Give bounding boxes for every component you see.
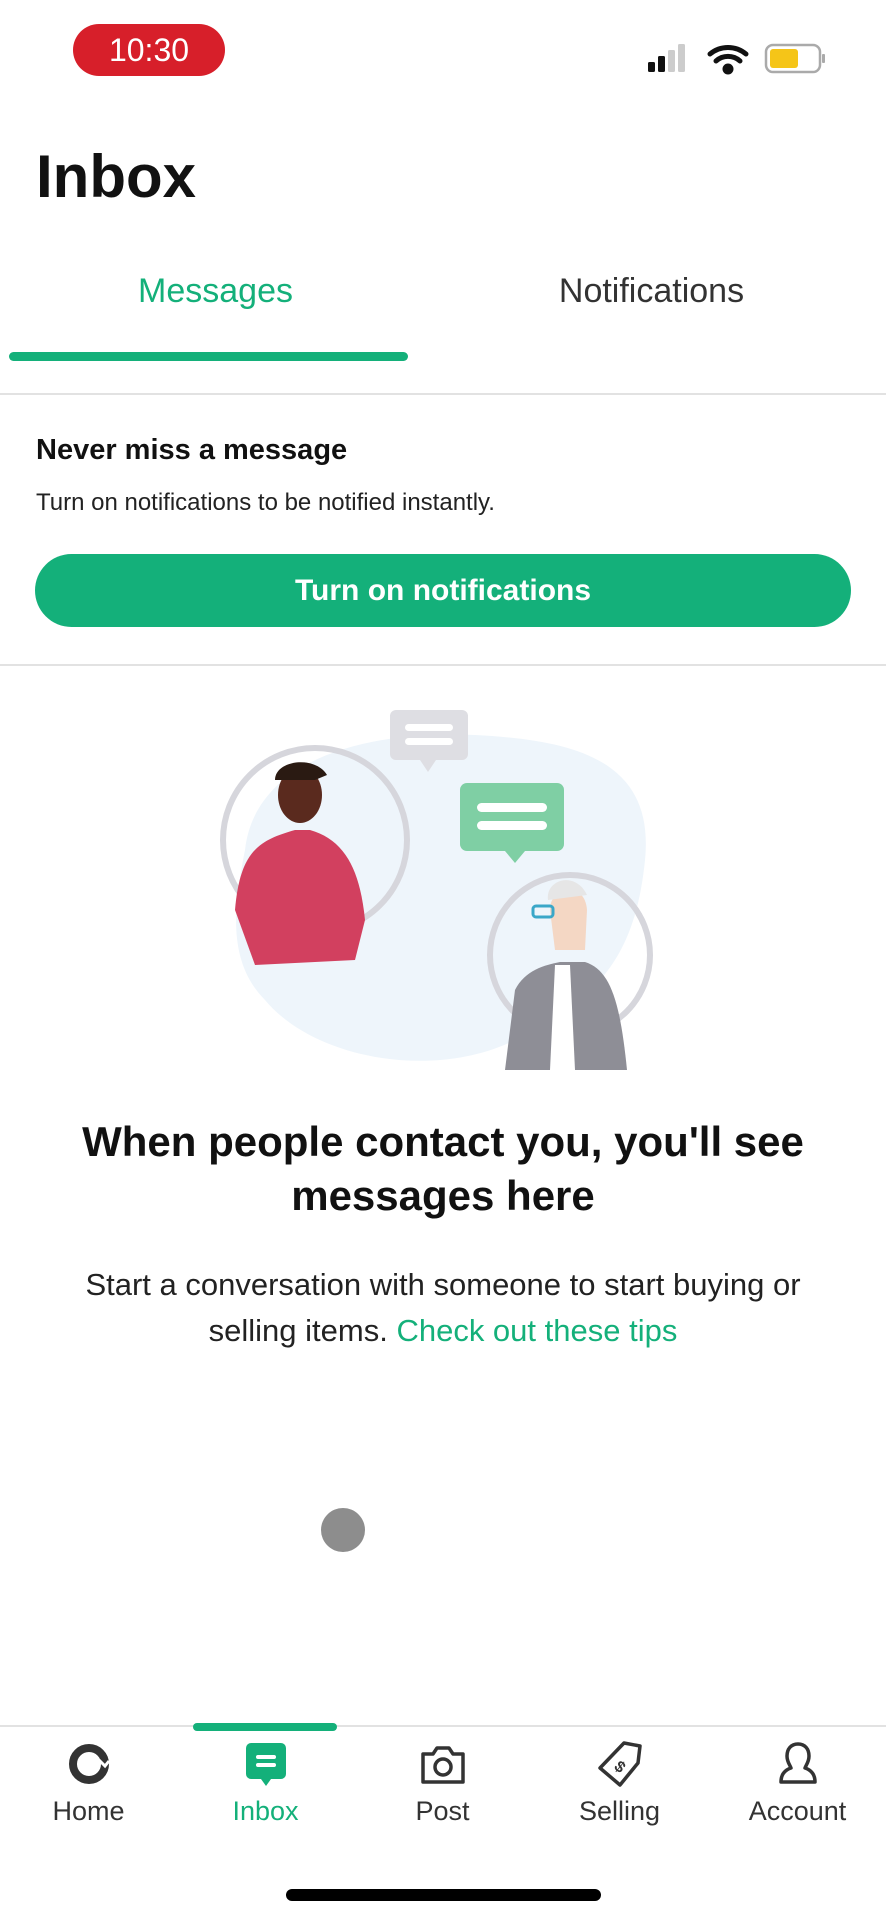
- home-ring-icon: [68, 1744, 110, 1784]
- price-tag-icon: $: [597, 1741, 642, 1787]
- nav-label: Post: [415, 1796, 470, 1826]
- turn-on-notifications-button[interactable]: Turn on notifications: [35, 554, 851, 627]
- active-nav-indicator: [193, 1723, 337, 1731]
- camera-icon: [420, 1746, 465, 1784]
- wifi-icon: [707, 45, 749, 75]
- chat-icon: [245, 1743, 286, 1786]
- nav-label: Home: [52, 1796, 125, 1826]
- nav-home[interactable]: Home: [0, 1740, 177, 1827]
- active-tab-indicator: [9, 352, 408, 361]
- status-time: 10:30: [73, 24, 225, 76]
- banner-subtitle: Turn on notifications to be notified ins…: [36, 489, 495, 516]
- signal-icon: [648, 44, 685, 72]
- tips-link[interactable]: Check out these tips: [396, 1313, 677, 1348]
- nav-label: Account: [748, 1796, 847, 1826]
- tab-messages[interactable]: Messages: [0, 272, 437, 311]
- touch-indicator: [321, 1508, 365, 1552]
- person-icon: [778, 1742, 817, 1784]
- divider: [0, 664, 886, 666]
- nav-post[interactable]: Post: [354, 1740, 531, 1827]
- banner-title: Never miss a message: [36, 434, 348, 466]
- nav-label: Inbox: [232, 1796, 299, 1826]
- nav-label: Selling: [578, 1796, 661, 1826]
- nav-account[interactable]: Account: [709, 1740, 886, 1827]
- tab-notifications[interactable]: Notifications: [430, 272, 873, 311]
- battery-icon: [764, 43, 825, 74]
- conversation-illustration: [220, 710, 653, 1070]
- home-indicator[interactable]: [286, 1889, 601, 1901]
- empty-state-body: Start a conversation with someone to sta…: [60, 1262, 826, 1354]
- page-title: Inbox: [36, 143, 196, 210]
- divider: [0, 393, 886, 395]
- nav-divider: [0, 1725, 886, 1727]
- nav-selling[interactable]: $ Selling: [531, 1740, 708, 1827]
- empty-state-heading: When people contact you, you'll see mess…: [82, 1118, 804, 1219]
- svg-text:$: $: [610, 1758, 628, 1777]
- nav-inbox[interactable]: Inbox: [177, 1740, 354, 1827]
- status-icons: [648, 43, 825, 75]
